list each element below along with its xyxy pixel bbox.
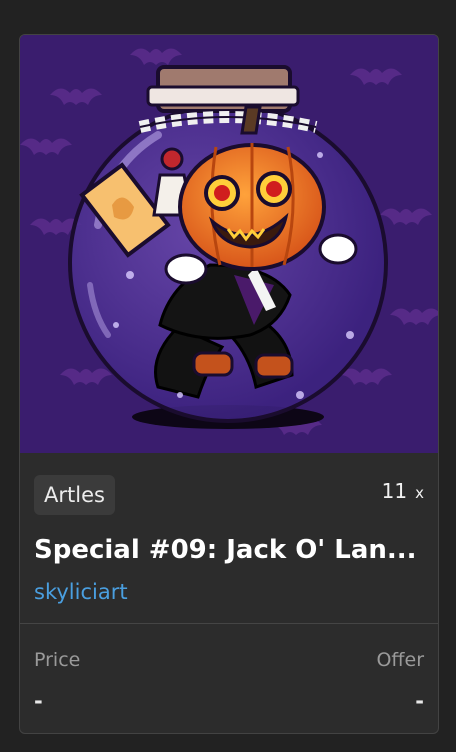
collection-badge[interactable]: Artles (34, 475, 115, 515)
nft-card[interactable]: Artles 11 x Special #09: Jack O' Lan... s… (19, 34, 439, 734)
offer-value: - (415, 689, 424, 713)
nft-artwork[interactable] (20, 35, 438, 453)
creator-link[interactable]: skyliciart (34, 580, 128, 604)
edition-quantity: 11 x (382, 479, 424, 503)
quantity-value: 11 (381, 479, 408, 503)
price-value: - (34, 689, 43, 713)
divider (20, 623, 438, 624)
nft-title[interactable]: Special #09: Jack O' Lan... (34, 535, 424, 565)
jack-o-lantern-jar-illustration (20, 35, 438, 453)
offer-label: Offer (376, 649, 424, 671)
price-label: Price (34, 649, 81, 671)
quantity-suffix: x (415, 484, 424, 502)
